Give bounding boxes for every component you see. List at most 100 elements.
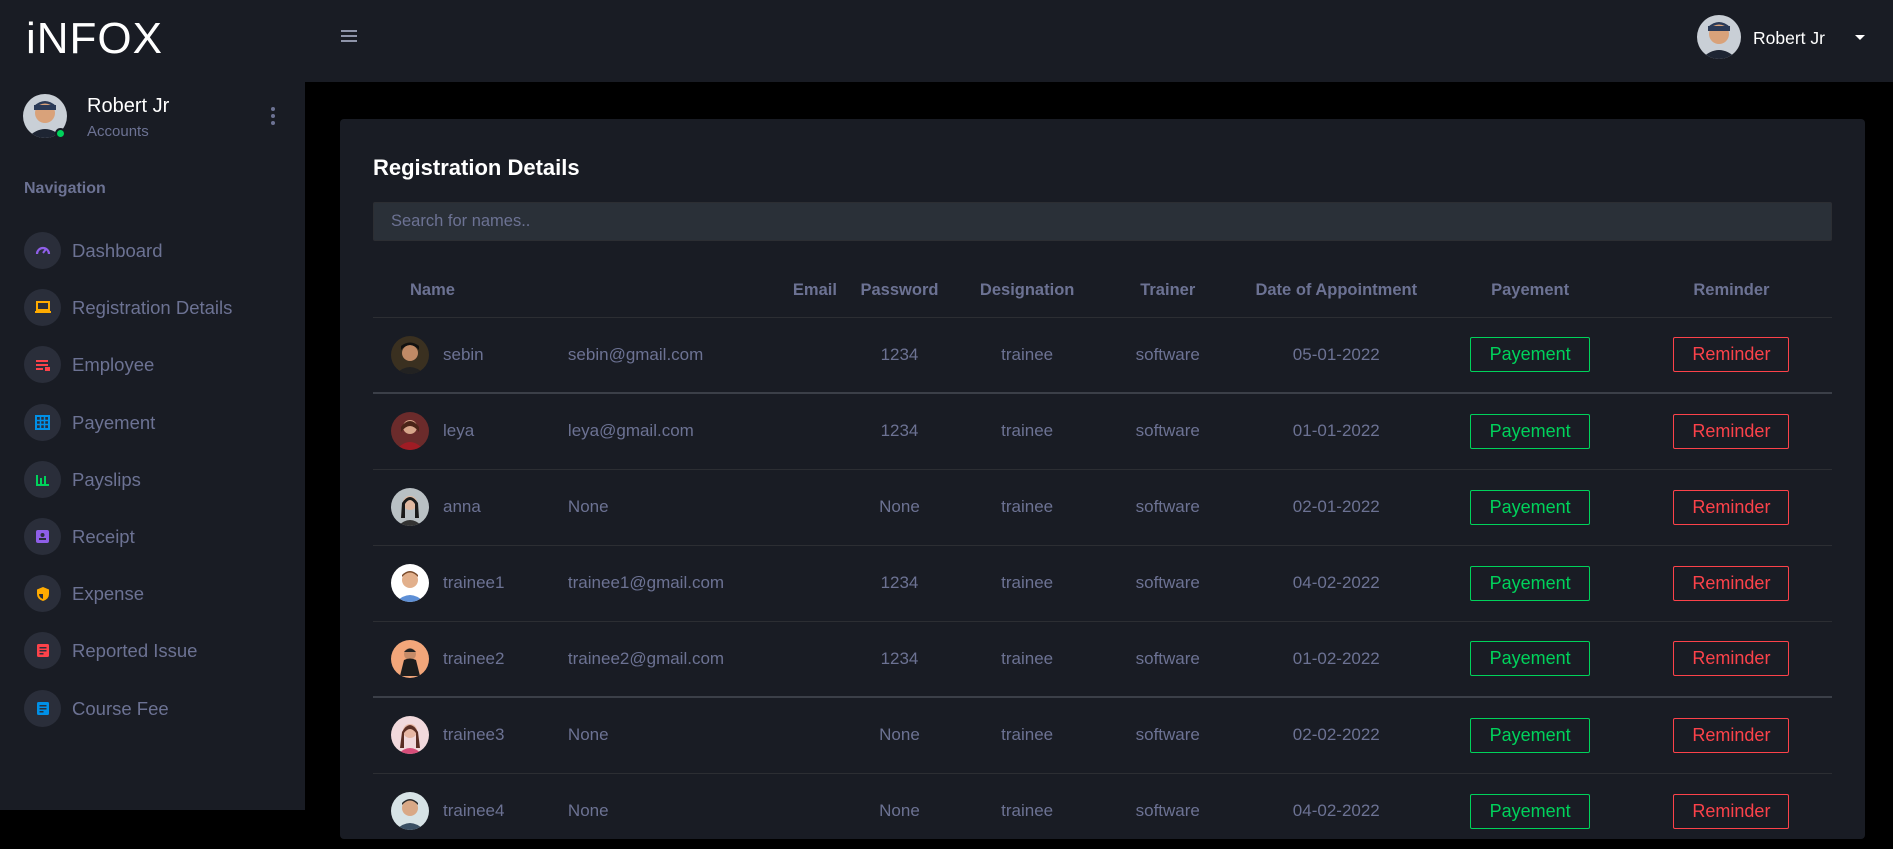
profile-name: Robert Jr [87,95,170,117]
appointment-date: 04-02-2022 [1243,772,1430,849]
user-email: trainee1@gmail.com [552,544,837,621]
sidebar-item-course-fee[interactable]: Course Fee [0,686,305,743]
table-row: trainee4 None None trainee software 04-0… [373,772,1832,849]
laptop-icon [24,289,61,327]
reminder-button[interactable]: Reminder [1673,565,1790,601]
payement-button[interactable]: Payement [1470,717,1591,753]
avatar [391,488,429,526]
chevron-down-icon [1855,35,1865,40]
sidebar-item-label: Payement [72,411,156,433]
reminder-button[interactable]: Reminder [1673,793,1790,829]
sidebar-item-receipt[interactable]: Receipt [0,514,305,571]
bar-chart-icon [24,460,61,498]
avatar [391,564,429,602]
user-email: None [552,696,837,773]
user-email: trainee2@gmail.com [552,620,837,697]
sidebar-item-registration-details[interactable]: Registration Details [0,285,305,342]
user-trainer: software [1092,392,1244,469]
payement-button[interactable]: Payement [1470,565,1591,601]
table-row: anna None None trainee software 02-01-20… [373,468,1832,545]
user-password: 1234 [836,620,963,697]
reminder-button[interactable]: Reminder [1673,641,1790,677]
user-designation: trainee [962,316,1093,393]
user-email: sebin@gmail.com [552,316,837,393]
avatar [391,639,429,678]
column-header-name: Name [373,264,553,318]
user-designation: trainee [962,544,1093,621]
user-designation: trainee [962,696,1093,773]
user-trainer: software [1092,620,1244,697]
form-icon [24,632,61,670]
sidebar-item-label: Course Fee [72,697,169,719]
registration-table: Name Email Password Designation Trainer … [373,264,1832,849]
appointment-date: 05-01-2022 [1243,316,1430,393]
sidebar-item-label: Registration Details [72,297,233,319]
sidebar-item-reported-issue[interactable]: Reported Issue [0,628,305,685]
sidebar-item-label: Employee [72,354,155,376]
sidebar-item-payement[interactable]: Payement [0,400,305,457]
user-password: 1234 [836,392,963,469]
user-designation: trainee [962,620,1093,697]
brand-logo[interactable]: iNFOX [26,14,163,64]
profile-role: Accounts [87,123,149,140]
user-trainer: software [1092,772,1244,849]
avatar [391,412,429,451]
user-name: trainee2 [443,648,505,668]
table-row: sebin sebin@gmail.com 1234 trainee softw… [373,316,1832,393]
user-email: None [552,772,837,849]
user-password: None [836,696,963,773]
avatar [391,335,429,374]
menu-toggle-icon[interactable] [341,30,357,44]
sidebar-profile: Robert Jr Accounts [23,94,283,144]
appointment-date: 01-01-2022 [1243,392,1430,469]
user-dropdown[interactable]: Robert Jr [1697,15,1867,61]
sidebar-item-label: Receipt [72,525,135,547]
sidebar-item-label: Expense [72,583,144,605]
payement-button[interactable]: Payement [1470,413,1591,449]
column-header-date: Date of Appointment [1243,264,1430,318]
table-row: leya leya@gmail.com 1234 trainee softwar… [373,392,1832,469]
user-trainer: software [1092,468,1244,545]
appointment-date: 04-02-2022 [1243,544,1430,621]
payement-button[interactable]: Payement [1470,641,1591,677]
table-row: trainee1 trainee1@gmail.com 1234 trainee… [373,544,1832,621]
appointment-date: 02-02-2022 [1243,696,1430,773]
table-icon [24,403,61,441]
online-status-dot [55,128,66,139]
avatar [391,716,429,755]
sidebar-item-dashboard[interactable]: Dashboard [0,228,305,285]
more-options-icon[interactable] [263,104,283,128]
nav-heading: Navigation [24,180,106,197]
avatar [391,792,429,831]
appointment-date: 01-02-2022 [1243,620,1430,697]
user-name: trainee1 [443,573,505,592]
payement-button[interactable]: Payement [1470,337,1591,373]
document-icon [24,689,61,727]
table-header-row: Name Email Password Designation Trainer … [373,264,1832,318]
search-input[interactable] [373,202,1832,241]
reminder-button[interactable]: Reminder [1673,337,1790,373]
user-password: 1234 [836,316,963,393]
sidebar-item-payslips[interactable]: Payslips [0,457,305,514]
speedometer-icon [24,232,61,269]
registration-card: Registration Details Name Email Password… [340,119,1865,849]
user-email: None [552,468,837,545]
reminder-button[interactable]: Reminder [1673,717,1790,753]
user-email: leya@gmail.com [552,392,837,469]
security-icon [24,575,61,613]
contacts-icon [24,517,61,555]
user-trainer: software [1092,696,1244,773]
column-header-payement: Payement [1429,264,1631,318]
reminder-button[interactable]: Reminder [1673,489,1790,525]
payement-button[interactable]: Payement [1470,793,1591,829]
sidebar-item-expense[interactable]: Expense [0,571,305,628]
sidebar-nav: Dashboard Registration Details Employee … [0,228,305,743]
payement-button[interactable]: Payement [1470,489,1591,525]
user-name: trainee4 [443,801,505,821]
sidebar: iNFOX Robert Jr Accounts Navigation Dash… [0,0,305,810]
user-password: 1234 [836,544,963,621]
reminder-button[interactable]: Reminder [1673,413,1790,449]
sidebar-item-employee[interactable]: Employee [0,342,305,399]
table-row: trainee3 None None trainee software 02-0… [373,696,1832,773]
user-designation: trainee [962,468,1093,545]
